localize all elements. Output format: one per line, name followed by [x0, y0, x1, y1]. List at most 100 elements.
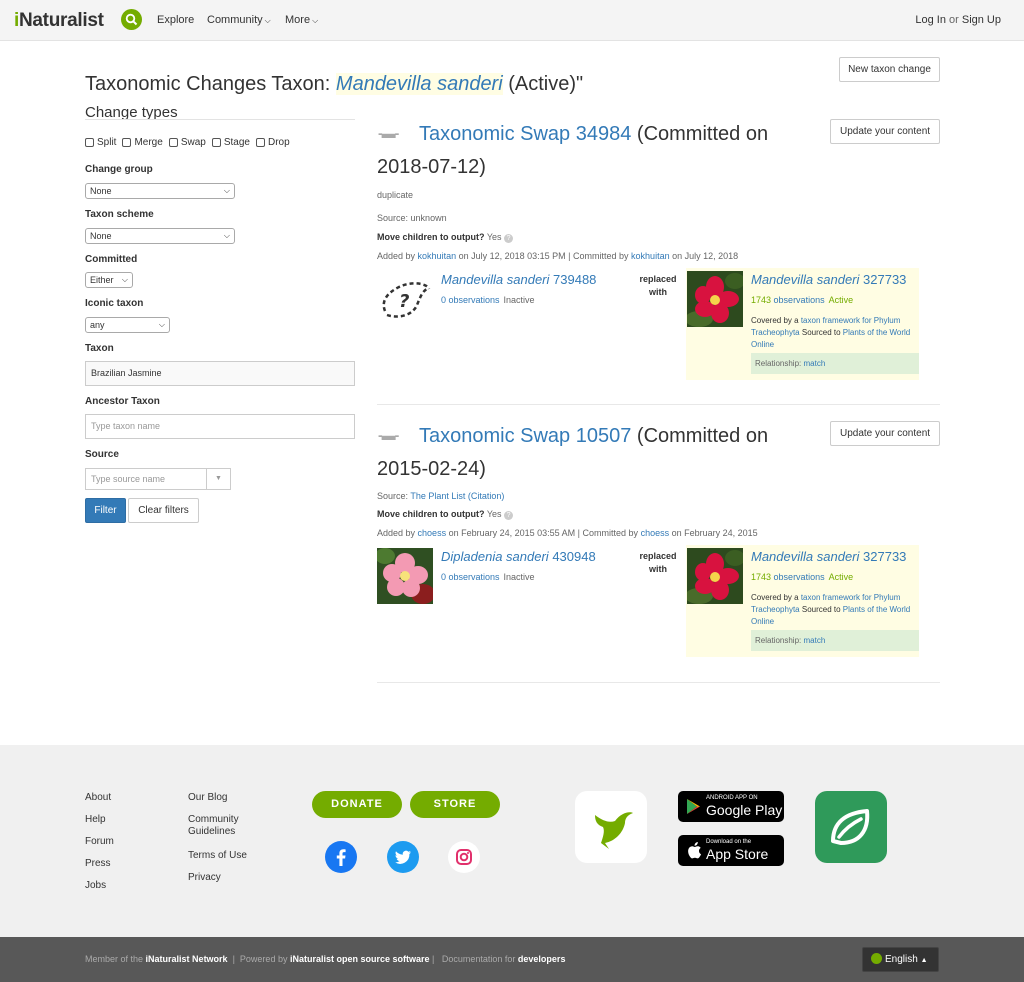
- facebook-icon[interactable]: [325, 841, 357, 873]
- checkbox-swap[interactable]: Swap: [168, 137, 206, 148]
- source-input[interactable]: Type source name: [85, 468, 207, 490]
- seek-app-icon[interactable]: [815, 791, 887, 863]
- taxonomic-swap-link[interactable]: Taxonomic Swap 34984: [419, 123, 631, 145]
- relationship-link[interactable]: match: [803, 359, 825, 368]
- observations-link[interactable]: 1743 observations: [751, 572, 825, 582]
- inaturalist-logo[interactable]: iNaturalist: [14, 10, 104, 32]
- source-dropdown-toggle[interactable]: ▼: [206, 468, 231, 490]
- change-group-label: Change group: [85, 164, 153, 175]
- software-link[interactable]: iNaturalist open source software: [290, 954, 430, 964]
- donate-button[interactable]: DONATE: [312, 791, 402, 818]
- developers-link[interactable]: developers: [518, 954, 566, 964]
- taxon-photo[interactable]: [687, 548, 743, 604]
- footer-link-press[interactable]: Press: [85, 858, 111, 870]
- input-taxon-obs: 0 observations Inactive: [441, 572, 535, 582]
- taxon-photo[interactable]: [687, 271, 743, 327]
- committed-label: Committed: [85, 254, 138, 265]
- store-button[interactable]: STORE: [410, 791, 500, 818]
- info-icon[interactable]: ?: [504, 234, 514, 243]
- chevron-down-icon: ⌵: [223, 231, 230, 240]
- top-navbar: iNaturalist Explore Community ⌵ More ⌵ Log…: [0, 0, 1024, 41]
- clear-filters-button[interactable]: Clear filters: [128, 498, 199, 523]
- input-taxon-link[interactable]: Dipladenia sanderi 430948: [441, 549, 596, 564]
- new-taxon-change-button[interactable]: New taxon change: [839, 57, 940, 82]
- taxon-label: Taxon: [85, 343, 114, 354]
- update-content-button[interactable]: Update your content: [830, 119, 940, 144]
- iconic-taxon-label: Iconic taxon: [85, 298, 144, 309]
- nav-explore[interactable]: Explore: [157, 14, 194, 26]
- update-content-button[interactable]: Update your content: [830, 421, 940, 446]
- move-children-line: Move children to output? Yes ?: [377, 232, 514, 243]
- user-link[interactable]: kokhuitan: [418, 251, 457, 261]
- checkbox-stage[interactable]: Stage: [211, 137, 250, 148]
- google-play-badge[interactable]: ANDROID APP ON Google Play: [678, 791, 784, 822]
- iconic-taxon-select[interactable]: any ⌵: [85, 317, 170, 333]
- twitter-icon[interactable]: [387, 841, 419, 873]
- relationship-link[interactable]: match: [803, 636, 825, 645]
- unknown-taxon-icon: ?: [382, 282, 431, 318]
- output-taxon-link[interactable]: Mandevilla sanderi 327733: [751, 549, 906, 564]
- network-link[interactable]: iNaturalist Network: [146, 954, 228, 964]
- added-by-line: Added by kokhuitan on July 12, 2018 03:1…: [377, 251, 739, 261]
- taxon-framework-note: Covered by a taxon framework for Phylum …: [751, 593, 911, 626]
- ancestor-taxon-input[interactable]: Type taxon name: [85, 414, 355, 439]
- title-taxon-link[interactable]: Mandevilla sanderi: [335, 73, 503, 95]
- footer-link-privacy[interactable]: Privacy: [188, 872, 221, 884]
- input-taxon-link[interactable]: Mandevilla sanderi 739488: [441, 272, 596, 287]
- footer-link-terms[interactable]: Terms of Use: [188, 850, 247, 862]
- login-signup: Log In or Sign Up: [915, 14, 1001, 26]
- user-link[interactable]: choess: [418, 528, 447, 538]
- footer-link-guidelines[interactable]: Community Guidelines: [188, 814, 260, 838]
- user-link[interactable]: kokhuitan: [631, 251, 670, 261]
- relationship-badge: Relationship: match: [751, 353, 919, 374]
- taxonomic-swap-link[interactable]: Taxonomic Swap 10507: [419, 425, 631, 447]
- taxon-scheme-select[interactable]: None ⌵: [85, 228, 235, 244]
- source-label: Source: [85, 449, 119, 460]
- nav-community[interactable]: Community ⌵: [207, 14, 271, 26]
- footer-link-jobs[interactable]: Jobs: [85, 880, 106, 892]
- footer-link-forum[interactable]: Forum: [85, 836, 114, 848]
- committed-select[interactable]: Either ⌵: [85, 272, 133, 288]
- footer-link-blog[interactable]: Our Blog: [188, 792, 227, 804]
- site-footer: About Help Forum Press Jobs Our Blog Com…: [0, 745, 1024, 937]
- signup-link[interactable]: Sign Up: [962, 14, 1001, 26]
- source-line: Source: The Plant List (Citation): [377, 491, 505, 501]
- nav-more[interactable]: More ⌵: [285, 14, 318, 26]
- app-store-badge[interactable]: Download on the App Store: [678, 835, 784, 866]
- inaturalist-app-icon[interactable]: [575, 791, 647, 863]
- output-taxon-obs: 1743 observations Active: [751, 295, 854, 305]
- taxon-photo[interactable]: [377, 548, 433, 604]
- observations-link[interactable]: 0 observations: [441, 295, 500, 305]
- divider: [377, 404, 940, 405]
- taxon-input[interactable]: Brazilian Jasmine: [85, 361, 355, 386]
- filter-button[interactable]: Filter: [85, 498, 126, 523]
- taxon-framework-note: Covered by a taxon framework for Phylum …: [751, 316, 911, 349]
- divider: [85, 119, 355, 120]
- citation-link[interactable]: (Citation): [468, 491, 505, 501]
- output-taxon-link[interactable]: Mandevilla sanderi 327733: [751, 272, 906, 287]
- source-line: Source: unknown: [377, 213, 447, 223]
- observations-link[interactable]: 1743 observations: [751, 295, 825, 305]
- search-button[interactable]: [121, 9, 142, 30]
- network-bar: Member of the iNaturalist Network | Powe…: [0, 937, 1024, 982]
- login-link[interactable]: Log In: [915, 14, 946, 26]
- replaced-with-label: replaced with: [639, 551, 677, 574]
- checkbox-drop[interactable]: Drop: [255, 137, 290, 148]
- user-link[interactable]: choess: [641, 528, 670, 538]
- chevron-down-icon: ⌵: [158, 320, 165, 329]
- instagram-icon[interactable]: [448, 841, 480, 873]
- checkbox-split[interactable]: Split: [85, 137, 116, 148]
- globe-icon: [871, 953, 882, 964]
- language-selector[interactable]: English ▲: [862, 947, 939, 972]
- footer-link-about[interactable]: About: [85, 792, 111, 804]
- info-icon[interactable]: ?: [504, 511, 514, 520]
- change-title: Taxonomic Swap 10507 (Committed on 2015-0…: [377, 425, 769, 480]
- input-taxon-obs: 0 observations Inactive: [441, 295, 535, 305]
- caret-up-icon: ▲: [920, 957, 928, 964]
- source-link[interactable]: The Plant List: [410, 491, 465, 501]
- change-group-select[interactable]: None ⌵: [85, 183, 235, 199]
- chevron-down-icon: ⌵: [121, 275, 128, 284]
- footer-link-help[interactable]: Help: [85, 814, 106, 826]
- observations-link[interactable]: 0 observations: [441, 572, 500, 582]
- checkbox-merge[interactable]: Merge: [122, 137, 163, 148]
